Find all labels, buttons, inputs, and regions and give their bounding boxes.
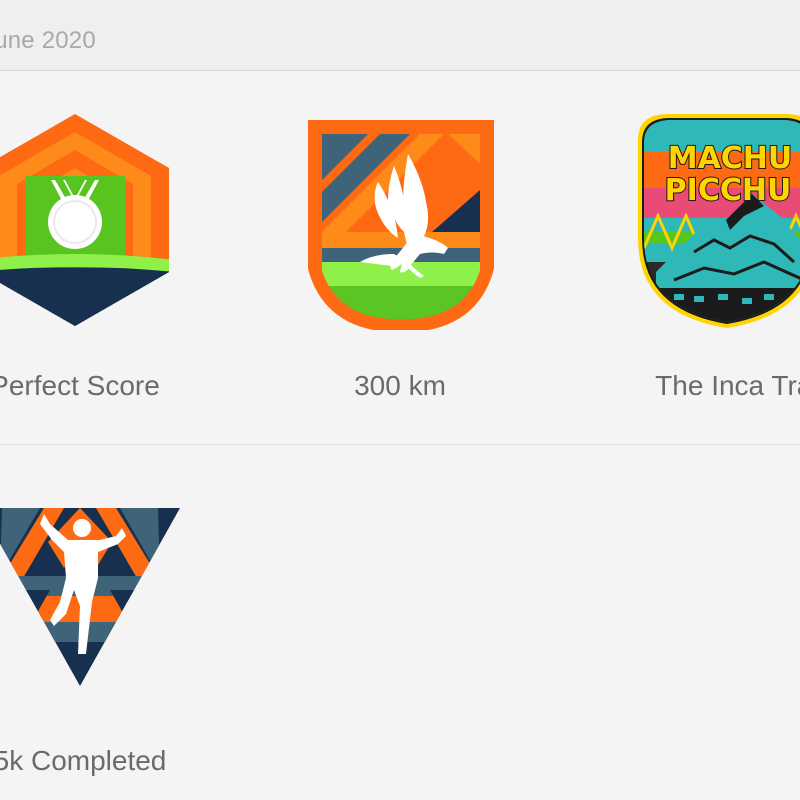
row-divider <box>0 444 800 445</box>
runner-triangle-badge-icon <box>0 508 180 686</box>
eagle-shield-badge-icon <box>308 120 494 330</box>
badge-label: 300 km <box>354 370 446 401</box>
section-title: June 2020 <box>0 27 96 54</box>
badge-label: The Inca Trail <box>655 370 800 401</box>
badge-label: Perfect Score <box>0 370 160 401</box>
badge-label: 5k Completed <box>0 745 167 776</box>
badge-5k-completed[interactable] <box>0 506 180 688</box>
svg-text:MACHU: MACHU <box>668 141 793 176</box>
achievements-screen: June 2020 <box>0 0 800 800</box>
medal-hexagon-badge-icon <box>0 114 169 326</box>
badge-300-km[interactable] <box>308 120 494 330</box>
machu-picchu-badge-icon: MACHU PICCHU <box>638 114 800 328</box>
badge-perfect-score[interactable] <box>0 110 175 330</box>
badge-the-inca-trail[interactable]: MACHU PICCHU <box>634 112 800 330</box>
section-header: June 2020 <box>0 0 800 71</box>
svg-text:PICCHU: PICCHU <box>665 173 792 208</box>
